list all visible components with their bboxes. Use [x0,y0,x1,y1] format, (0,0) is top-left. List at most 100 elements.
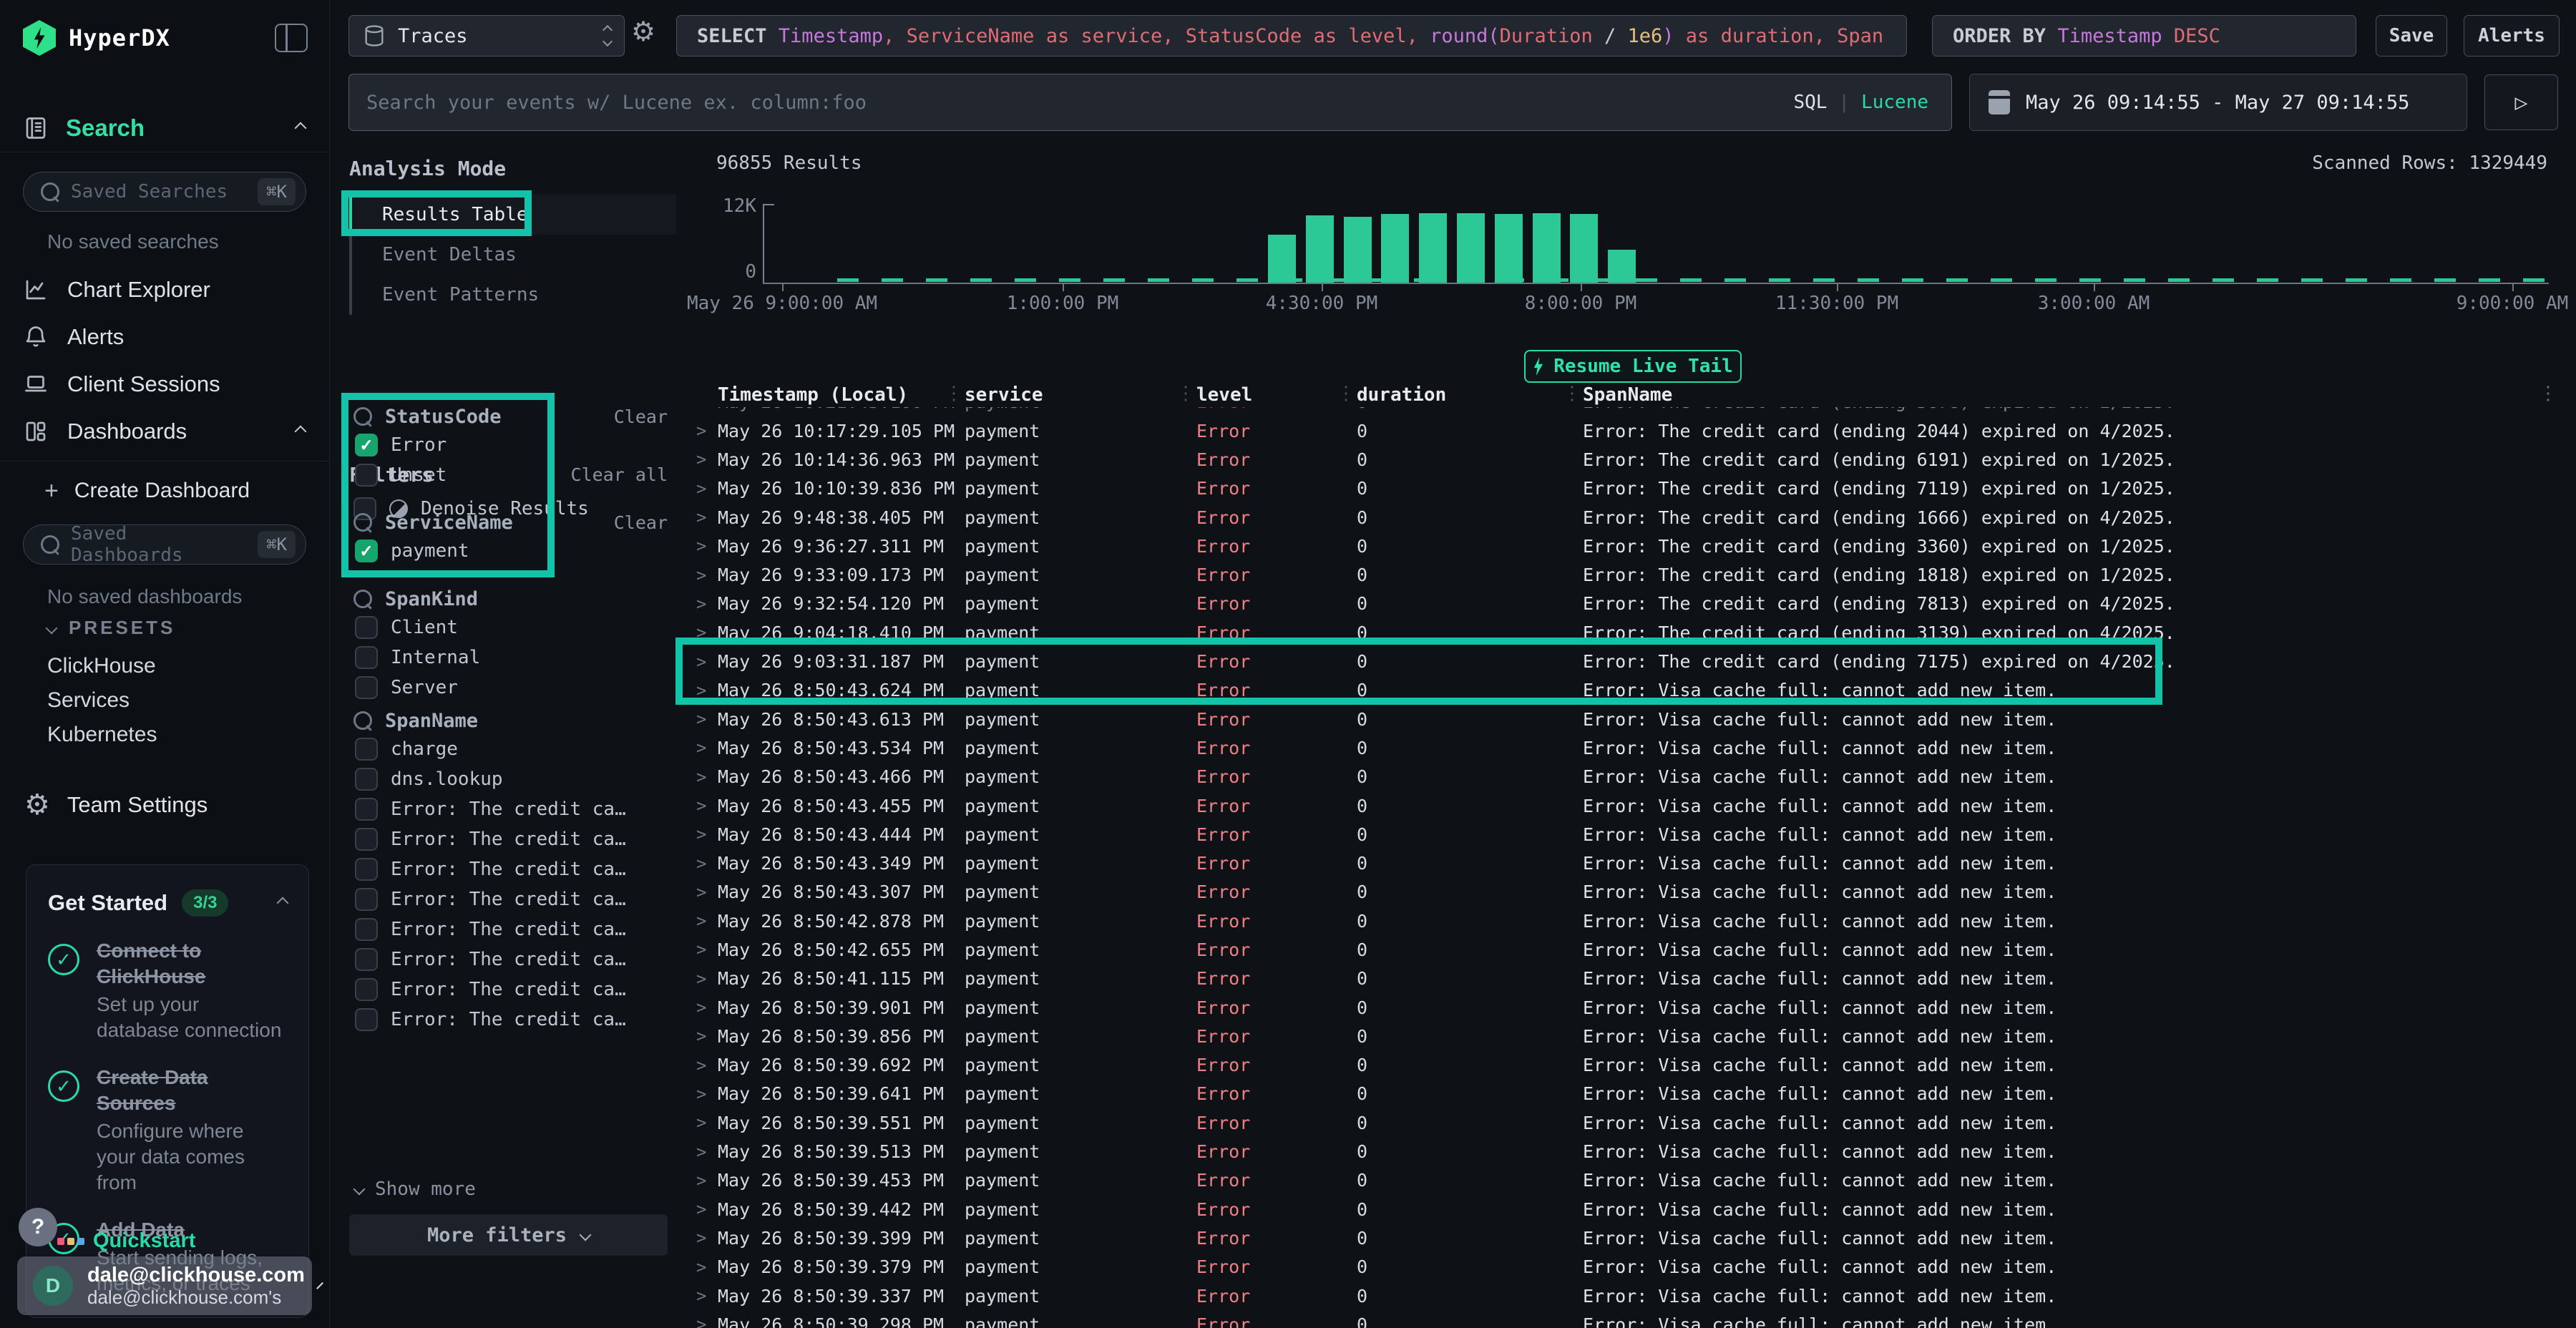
expand-row-icon[interactable]: > [691,767,718,787]
checkbox-icon[interactable] [355,464,378,487]
saved-dashboards-input[interactable]: Saved Dashboards ⌘K [23,524,306,565]
histogram-bar[interactable] [1533,213,1561,283]
expand-row-icon[interactable]: > [691,1084,718,1104]
filter-option[interactable]: charge [353,734,668,764]
expand-row-icon[interactable]: > [691,652,718,672]
preset-kubernetes[interactable]: Kubernetes [47,718,157,752]
table-row[interactable]: >May 26 8:50:39.856 PMpaymentError0Error… [691,1022,2576,1050]
column-header-service[interactable]: service [965,384,1196,406]
checkbox-icon[interactable] [355,978,378,1001]
preset-services[interactable]: Services [47,683,130,718]
presets-toggle[interactable]: PRESETS [47,617,175,639]
expand-row-icon[interactable]: > [691,1199,718,1219]
checkbox-icon[interactable] [355,768,378,791]
histogram-bar[interactable] [1344,217,1372,283]
alerts-button[interactable]: Alerts [2464,15,2560,57]
table-row[interactable]: >May 26 8:50:43.613 PMpaymentError0Error… [691,705,2576,733]
analysis-mode-results-table[interactable]: Results Table [349,195,676,235]
checkbox-icon[interactable] [355,828,378,851]
histogram-bar[interactable] [1457,213,1485,283]
table-row[interactable]: >May 26 8:50:39.298 PMpaymentError0Error… [691,1310,2576,1328]
expand-row-icon[interactable]: > [691,939,718,960]
table-row[interactable]: >May 26 8:50:43.534 PMpaymentError0Error… [691,733,2576,762]
table-row[interactable]: >May 26 9:36:27.311 PMpaymentError0Error… [691,532,2576,560]
filter-option[interactable]: ✓Error [353,430,668,460]
table-row[interactable]: >May 26 8:50:39.513 PMpaymentError0Error… [691,1137,2576,1166]
histogram-bar[interactable] [1381,214,1409,283]
histogram-bar[interactable] [1306,215,1334,283]
histogram-bar[interactable] [1608,250,1636,283]
chevron-up-icon[interactable] [295,122,307,135]
expand-row-icon[interactable]: > [691,796,718,816]
sidebar-item-search[interactable]: Search [23,107,305,149]
analysis-mode-event-patterns[interactable]: Event Patterns [349,275,676,315]
checkbox-icon[interactable] [355,676,378,699]
checkbox-icon[interactable] [355,646,378,669]
get-started-header[interactable]: Get Started 3/3 [48,889,287,917]
checkbox-icon[interactable] [355,858,378,881]
table-row[interactable]: >May 26 8:50:43.624 PMpaymentError0Error… [691,676,2576,705]
clear-filter-button[interactable]: Clear [614,512,668,533]
expand-row-icon[interactable]: > [691,449,718,469]
table-row[interactable]: >May 26 8:50:42.655 PMpaymentError0Error… [691,935,2576,964]
checkbox-checked-icon[interactable]: ✓ [355,434,378,456]
expand-row-icon[interactable]: > [691,1171,718,1191]
filter-option[interactable]: Error: The credit card … [353,854,668,884]
filter-option[interactable]: Internal [353,643,668,673]
table-row[interactable]: >May 26 8:50:43.466 PMpaymentError0Error… [691,763,2576,791]
sidebar-item-client-sessions[interactable]: Client Sessions [0,361,329,408]
filter-option[interactable]: Error: The credit card … [353,794,668,824]
table-row[interactable]: >May 26 9:33:09.173 PMpaymentError0Error… [691,560,2576,589]
mode-sql-toggle[interactable]: SQL [1793,92,1827,113]
table-row[interactable]: >May 26 8:50:39.641 PMpaymentError0Error… [691,1080,2576,1108]
table-row[interactable]: >May 26 10:17:29.105 PMpaymentError0Erro… [691,416,2576,445]
source-select[interactable]: Traces [348,15,625,57]
source-settings-gear-icon[interactable]: ⚙ [631,16,655,48]
filter-option[interactable]: Error: The credit card … [353,1005,668,1035]
analysis-mode-event-deltas[interactable]: Event Deltas [349,235,676,275]
sidebar-item-dashboards[interactable]: Dashboards [0,408,329,455]
checkbox-icon[interactable] [355,888,378,911]
histogram-bar[interactable] [1495,214,1523,283]
expand-row-icon[interactable]: > [691,1286,718,1306]
column-header-level[interactable]: level [1196,384,1357,406]
expand-row-icon[interactable]: > [691,507,718,527]
table-row[interactable]: >May 26 9:04:18.410 PMpaymentError0Error… [691,618,2576,647]
create-dashboard-button[interactable]: + Create Dashboard [44,472,250,509]
table-row[interactable]: >May 26 9:48:38.405 PMpaymentError0Error… [691,503,2576,532]
expand-row-icon[interactable]: > [691,969,718,989]
histogram-bar[interactable] [1570,214,1598,283]
mode-lucene-toggle[interactable]: Lucene [1861,92,1928,113]
table-row[interactable]: >May 26 8:50:39.442 PMpaymentError0Error… [691,1195,2576,1224]
table-row[interactable]: >May 26 8:50:39.337 PMpaymentError0Error… [691,1281,2576,1310]
date-range-picker[interactable]: May 26 09:14:55 - May 27 09:14:55 [1969,74,2467,131]
filter-option[interactable]: Unset [353,460,668,490]
column-header-spanname[interactable]: SpanName [1583,384,2576,406]
sidebar-item-team-settings[interactable]: ⚙ Team Settings [24,786,208,824]
table-row[interactable]: >May 26 8:50:39.379 PMpaymentError0Error… [691,1253,2576,1281]
run-query-button[interactable]: ▷ [2484,74,2558,130]
checkbox-icon[interactable] [355,616,378,639]
table-row[interactable]: >May 26 8:50:43.455 PMpaymentError0Error… [691,791,2576,820]
sidebar-item-chart-explorer[interactable]: Chart Explorer [0,266,329,313]
table-row[interactable]: >May 26 8:50:43.444 PMpaymentError0Error… [691,820,2576,849]
table-row[interactable]: >May 26 8:50:39.453 PMpaymentError0Error… [691,1166,2576,1195]
checkbox-icon[interactable] [355,1008,378,1031]
expand-row-icon[interactable]: > [691,997,718,1017]
column-header-duration[interactable]: duration [1357,384,1583,406]
filter-option[interactable]: Error: The credit card … [353,884,668,914]
table-row[interactable]: >May 26 8:50:41.115 PMpaymentError0Error… [691,965,2576,993]
table-row[interactable]: >May 26 9:32:54.120 PMpaymentError0Error… [691,590,2576,618]
chevron-up-icon[interactable] [277,897,289,909]
resume-live-tail-button[interactable]: Resume Live Tail [1524,350,1742,383]
event-search-input[interactable]: Search your events w/ Lucene ex. column:… [348,74,1952,131]
expand-row-icon[interactable]: > [691,421,718,441]
table-row[interactable]: >May 26 9:03:31.187 PMpaymentError0Error… [691,647,2576,675]
filter-option[interactable]: Error: The credit card … [353,914,668,944]
more-filters-button[interactable]: More filters [349,1214,668,1256]
get-started-item[interactable]: ✓Create Data SourcesConfigure where your… [48,1065,287,1196]
user-profile-bar[interactable]: D dale@clickhouse.com dale@clickhouse.co… [17,1256,312,1315]
table-row[interactable]: >May 26 8:50:43.307 PMpaymentError0Error… [691,878,2576,907]
expand-row-icon[interactable]: > [691,738,718,758]
filter-option[interactable]: Server [353,673,668,703]
